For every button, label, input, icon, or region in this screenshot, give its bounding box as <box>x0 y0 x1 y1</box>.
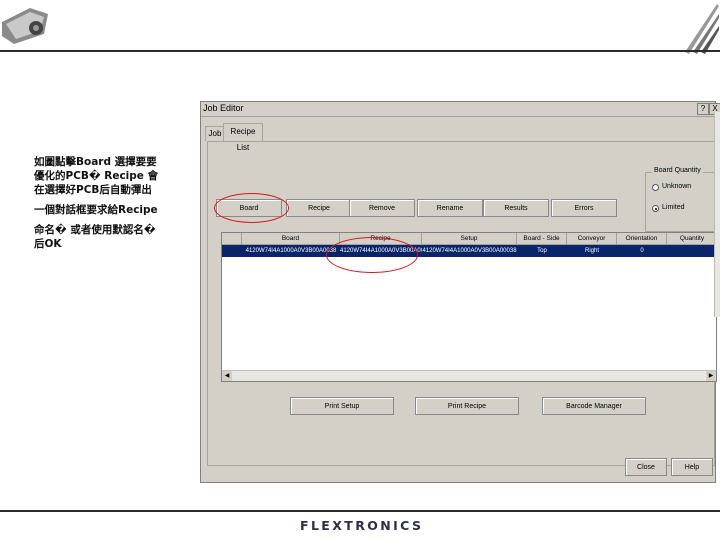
footer-rule <box>0 510 720 512</box>
board-quantity-group: Board Quantity Unknown Limited <box>645 167 717 232</box>
table-corner-header <box>222 233 242 245</box>
annotation-line: 如圖點擊Board 選擇要要 <box>34 156 157 168</box>
recipe-cell-highlight-circle <box>326 237 418 273</box>
column-header-quantity[interactable]: Quantity <box>667 233 716 245</box>
annotation-line: 在選擇好PCB后自動彈出 <box>34 184 152 196</box>
column-header-conveyor[interactable]: Conveyor <box>567 233 617 245</box>
column-header-board[interactable]: Board <box>242 233 340 245</box>
projector-logo-icon <box>2 8 48 44</box>
scroll-left-icon[interactable]: ◀ <box>222 371 232 381</box>
print-recipe-button[interactable]: Print Recipe <box>415 397 519 415</box>
close-button[interactable]: Close <box>625 458 667 476</box>
tab-job[interactable]: Job <box>205 126 225 141</box>
annotation-text-block-2: 一個對話框要求給Recipe <box>34 203 158 217</box>
tab-recipe-list[interactable]: Recipe List <box>223 123 263 152</box>
cell-conveyor: Right <box>584 248 599 254</box>
annotation-line: 命名� 或者使用默認名� <box>34 224 156 236</box>
board-button-highlight-circle <box>214 193 289 223</box>
header-rule <box>0 50 720 52</box>
radio-limited-label: Limited <box>662 204 685 211</box>
brand-logo: FLEXTRONICS <box>300 518 424 533</box>
help-titlebar-button[interactable]: ? <box>697 103 709 115</box>
window-titlebar: Job Editor ? X <box>201 102 720 117</box>
annotation-line: 后OK <box>34 238 62 250</box>
radio-limited[interactable] <box>652 205 659 212</box>
annotation-text-block-3: 命名� 或者使用默認名� 后OK <box>34 223 156 251</box>
annotation-line: 一個對話框要求給Recipe <box>34 204 158 216</box>
column-header-orientation[interactable]: Orientation <box>617 233 667 245</box>
recipe-table: Board Recipe Setup Board - Side Conveyor… <box>221 232 717 382</box>
cell-board-side: Top <box>537 248 547 254</box>
vertical-scrollbar[interactable] <box>714 112 720 317</box>
print-setup-button[interactable]: Print Setup <box>290 397 394 415</box>
rename-button[interactable]: Rename <box>417 199 483 217</box>
cell-orientation: 0 <box>640 248 644 254</box>
column-header-board-side[interactable]: Board - Side <box>517 233 567 245</box>
scroll-right-icon[interactable]: ▶ <box>706 371 716 381</box>
help-button[interactable]: Help <box>671 458 713 476</box>
annotation-text-block-1: 如圖點擊Board 選擇要要 優化的PCB� Recipe 會 在選擇好PCB后… <box>34 155 158 197</box>
table-row[interactable]: 4120W74I4A1000A0V3B00A0038 4120W74I4A100… <box>222 245 716 257</box>
window-title: Job Editor <box>203 103 244 113</box>
remove-button[interactable]: Remove <box>349 199 415 217</box>
column-header-setup[interactable]: Setup <box>422 233 517 245</box>
decorative-corner-icon <box>685 4 719 54</box>
cell-setup: 4120W74I4A1000A0V3B00A00038 <box>422 248 517 254</box>
board-quantity-title: Board Quantity <box>652 167 703 174</box>
recipe-button[interactable]: Recipe <box>286 199 352 217</box>
radio-unknown-label: Unknown <box>662 183 692 190</box>
horizontal-scrollbar[interactable]: ◀ ▶ <box>222 370 716 381</box>
job-editor-window: Job Editor ? X Job Recipe List Board Qua… <box>200 101 720 483</box>
barcode-manager-button[interactable]: Barcode Manager <box>542 397 646 415</box>
results-button[interactable]: Results <box>483 199 549 217</box>
radio-unknown[interactable] <box>652 184 659 191</box>
cell-quantity <box>667 245 716 257</box>
annotation-line: 優化的PCB� Recipe 會 <box>34 170 159 182</box>
errors-button[interactable]: Errors <box>551 199 617 217</box>
